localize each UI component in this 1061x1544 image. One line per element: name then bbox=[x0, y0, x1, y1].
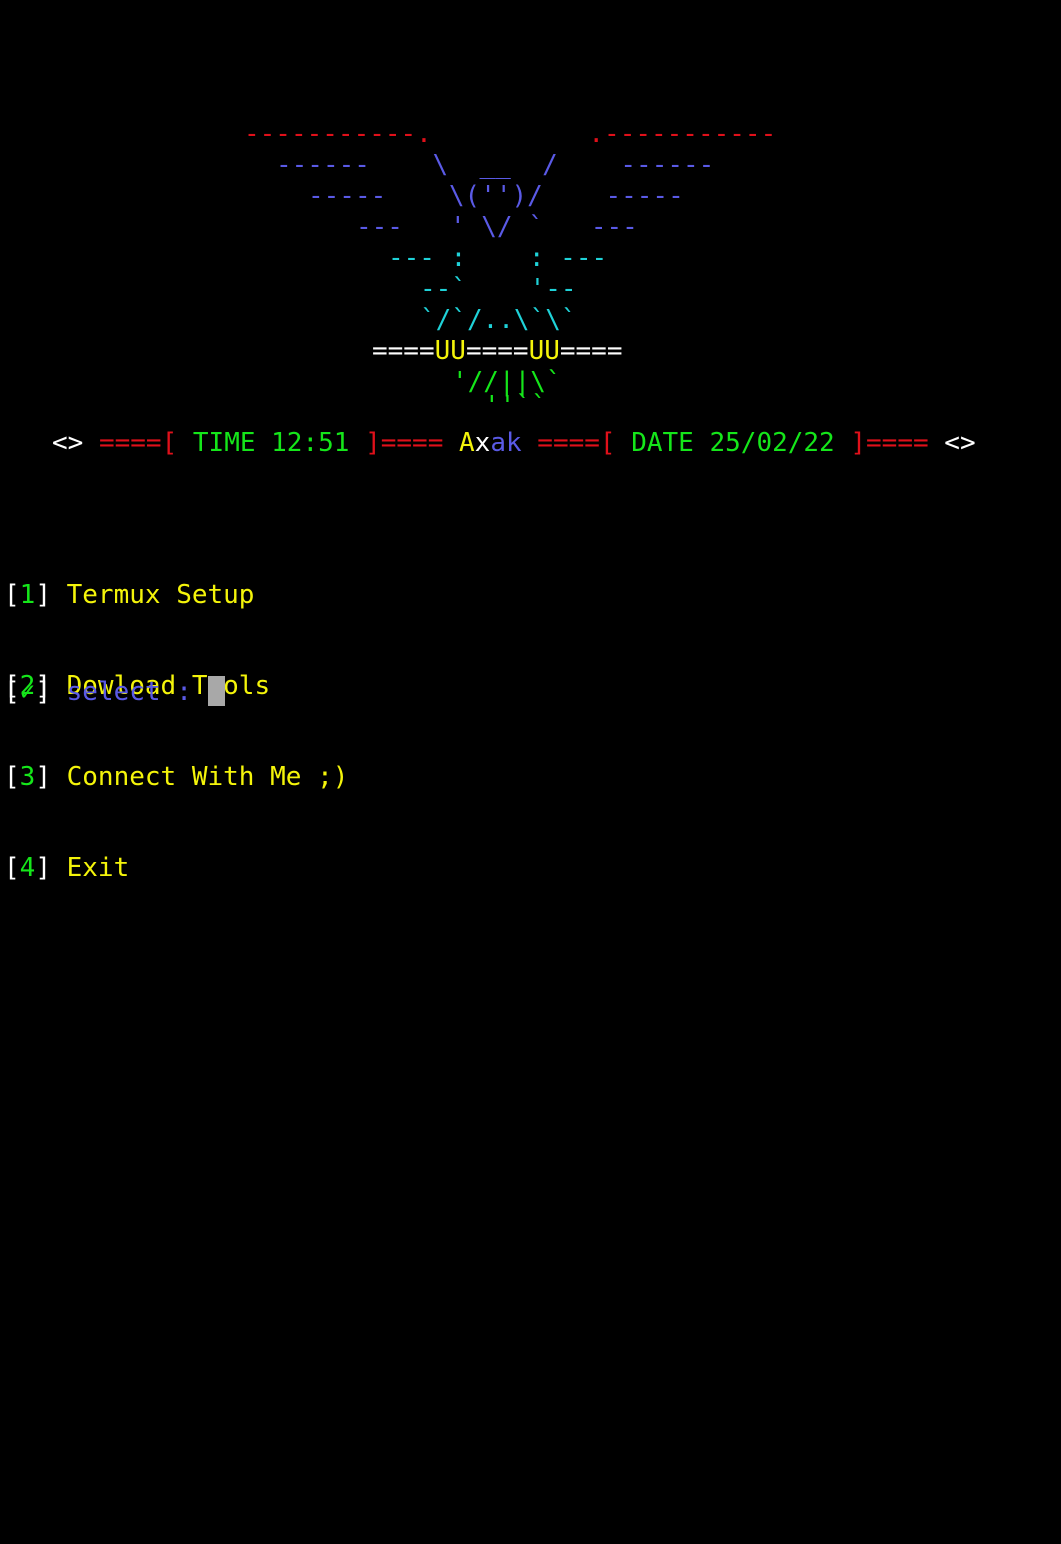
art-row-4-mid: ' \/ ` bbox=[449, 212, 544, 242]
art-wing-top-left: -----------. bbox=[244, 119, 432, 149]
date-display: DATE 25/02/22 bbox=[631, 428, 835, 458]
art-bar-2: ==== bbox=[465, 336, 529, 366]
art-row-7: `/`/..\`\` bbox=[420, 305, 577, 335]
text-cursor[interactable] bbox=[207, 676, 225, 706]
menu-item-termux-setup[interactable]: [1] Termux Setup bbox=[4, 580, 348, 611]
art-row-4-right: --- bbox=[590, 212, 638, 242]
menu-item-connect[interactable]: [3] Connect With Me ;) bbox=[4, 762, 348, 793]
brand-name-ak: ak bbox=[490, 428, 522, 458]
art-row-8: ====UU====UU==== bbox=[372, 336, 623, 367]
art-row-3-mid: \('')/ bbox=[448, 181, 543, 211]
art-wing-top-right: .----------- bbox=[588, 119, 777, 149]
art-row-2-right: ------ bbox=[620, 150, 715, 180]
art-row-1: -----------. .----------- bbox=[244, 119, 776, 150]
select-prompt-label: select : bbox=[66, 677, 208, 707]
art-row-2: ------ \ __ / ------ bbox=[276, 150, 714, 181]
select-prompt[interactable]: [✓] select : bbox=[4, 676, 225, 708]
status-bar: <> ====[ TIME 12:51 ]==== Axak ====[ DAT… bbox=[52, 426, 976, 460]
art-row-2-mid: \ __ / bbox=[432, 150, 558, 180]
time-close-bracket: ]==== bbox=[349, 428, 444, 458]
brand-name-x: x bbox=[474, 428, 491, 458]
time-display: TIME 12:51 bbox=[192, 428, 350, 458]
date-open-bracket: ====[ bbox=[537, 428, 632, 458]
time-open-bracket: ====[ bbox=[98, 428, 193, 458]
status-right-marker: <> bbox=[944, 428, 976, 458]
menu-item-label: Connect With Me ;) bbox=[66, 762, 349, 792]
art-row-10: ''`` bbox=[484, 391, 547, 413]
menu-item-label: Exit bbox=[66, 853, 130, 883]
art-row-6: --` '-- bbox=[420, 274, 577, 304]
art-bar-1: ==== bbox=[372, 336, 435, 366]
menu-item-exit[interactable]: [4] Exit bbox=[4, 853, 348, 884]
main-menu: [1] Termux Setup [2] Dowload Tools [3] C… bbox=[4, 520, 348, 914]
ascii-art-banner: -----------. .----------- ------ \ __ / … bbox=[0, 0, 1061, 420]
art-talon-1: UU bbox=[434, 336, 466, 366]
menu-item-label: Termux Setup bbox=[66, 580, 255, 610]
art-row-2-left: ------ bbox=[276, 150, 370, 180]
art-row-3-left: ----- bbox=[308, 181, 387, 211]
date-close-bracket: ]==== bbox=[834, 428, 929, 458]
status-left-marker: <> bbox=[52, 428, 84, 458]
art-row-5: --- : : --- bbox=[388, 243, 608, 273]
menu-item-number: 4 bbox=[19, 853, 36, 883]
art-row-4: --- ' \/ ` --- bbox=[356, 212, 638, 243]
brand-name-a: A bbox=[459, 428, 475, 458]
menu-item-number: 1 bbox=[19, 580, 36, 610]
art-row-3: ----- \('')/ ----- bbox=[308, 181, 684, 212]
menu-item-number: 3 bbox=[19, 762, 36, 792]
art-bar-3: ==== bbox=[559, 336, 623, 366]
checkmark-icon: ✓ bbox=[19, 677, 36, 707]
art-row-3-right: ----- bbox=[605, 181, 684, 211]
art-row-4-left: --- bbox=[356, 212, 403, 242]
art-talon-2: UU bbox=[528, 336, 560, 366]
